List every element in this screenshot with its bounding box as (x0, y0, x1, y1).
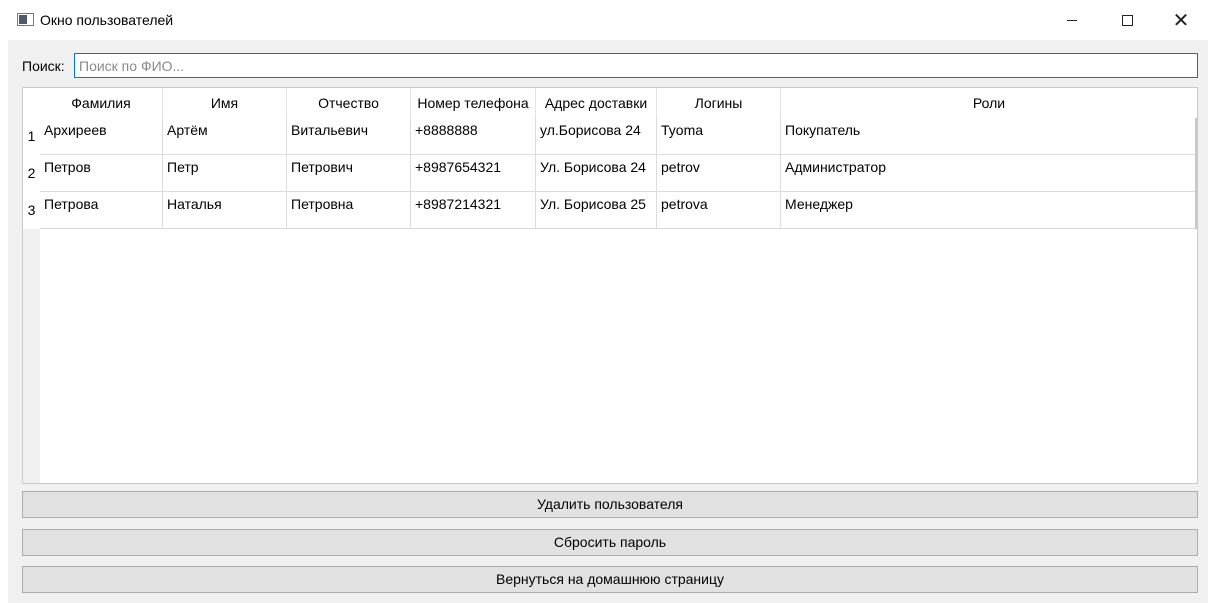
search-label: Поиск: (22, 58, 65, 74)
maximize-icon (1121, 14, 1133, 26)
cell-login[interactable]: petrov (657, 155, 781, 191)
title-bar[interactable]: Окно пользователей ✕ (0, 0, 1208, 40)
cell-role[interactable]: Покупатель (781, 118, 1195, 154)
cell-login[interactable]: Tyoma (657, 118, 781, 154)
column-header-role[interactable]: Роли (781, 88, 1197, 118)
go-home-button[interactable]: Вернуться на домашнюю страницу (22, 566, 1198, 593)
close-button[interactable]: ✕ (1158, 0, 1204, 40)
table-row[interactable]: Петров Петр Петрович +8987654321 Ул. Бор… (40, 155, 1197, 192)
cell-address[interactable]: Ул. Борисова 25 (536, 192, 657, 228)
delete-user-button[interactable]: Удалить пользователя (22, 491, 1198, 518)
users-table[interactable]: 1 2 3 Фамилия Имя Отчество Номер телефон… (22, 87, 1198, 484)
column-header-lastname[interactable]: Фамилия (40, 88, 163, 118)
cell-role[interactable]: Менеджер (781, 192, 1195, 228)
cell-login[interactable]: petrova (657, 192, 781, 228)
cell-patronymic[interactable]: Петрович (287, 155, 411, 191)
row-number[interactable]: 1 (23, 118, 40, 155)
cell-phone[interactable]: +8888888 (411, 118, 536, 154)
search-row: Поиск: (8, 53, 1208, 79)
cell-lastname[interactable]: Петров (40, 155, 163, 191)
client-area: Поиск: 1 2 3 Фамилия Имя Отчество Номер … (8, 40, 1208, 603)
search-input[interactable] (74, 53, 1198, 78)
app-window-icon (17, 13, 34, 26)
cell-patronymic[interactable]: Петровна (287, 192, 411, 228)
column-header-address[interactable]: Адрес доставки (536, 88, 657, 118)
maximize-button[interactable] (1104, 0, 1150, 40)
column-header-phone[interactable]: Номер телефона (411, 88, 536, 118)
minimize-button[interactable] (1049, 0, 1095, 40)
window-title: Окно пользователей (40, 12, 174, 28)
row-number[interactable]: 2 (23, 155, 40, 192)
table-row[interactable]: Петрова Наталья Петровна +8987214321 Ул.… (40, 192, 1197, 229)
cell-address[interactable]: Ул. Борисова 24 (536, 155, 657, 191)
table-body: Архиреев Артём Витальевич +8888888 ул.Бо… (40, 118, 1197, 483)
cell-firstname[interactable]: Петр (163, 155, 287, 191)
cell-lastname[interactable]: Архиреев (40, 118, 163, 154)
row-header: 1 2 3 (23, 118, 40, 483)
cell-patronymic[interactable]: Витальевич (287, 118, 411, 154)
cell-lastname[interactable]: Петрова (40, 192, 163, 228)
users-window: Окно пользователей ✕ Поиск: 1 2 3 Фамили… (0, 0, 1208, 603)
cell-firstname[interactable]: Артём (163, 118, 287, 154)
cell-phone[interactable]: +8987654321 (411, 155, 536, 191)
column-header-firstname[interactable]: Имя (163, 88, 287, 118)
scrollbar-edge (1195, 118, 1197, 229)
column-header-row: Фамилия Имя Отчество Номер телефона Адре… (40, 88, 1197, 118)
column-header-patronymic[interactable]: Отчество (287, 88, 411, 118)
table-row[interactable]: Архиреев Артём Витальевич +8888888 ул.Бо… (40, 118, 1197, 155)
cell-role[interactable]: Администратор (781, 155, 1195, 191)
column-header-login[interactable]: Логины (657, 88, 781, 118)
table-corner (23, 88, 40, 118)
close-icon: ✕ (1172, 8, 1190, 32)
row-number[interactable]: 3 (23, 192, 40, 229)
cell-address[interactable]: ул.Борисова 24 (536, 118, 657, 154)
minimize-icon (1067, 19, 1077, 21)
cell-phone[interactable]: +8987214321 (411, 192, 536, 228)
reset-password-button[interactable]: Сбросить пароль (22, 529, 1198, 556)
cell-firstname[interactable]: Наталья (163, 192, 287, 228)
